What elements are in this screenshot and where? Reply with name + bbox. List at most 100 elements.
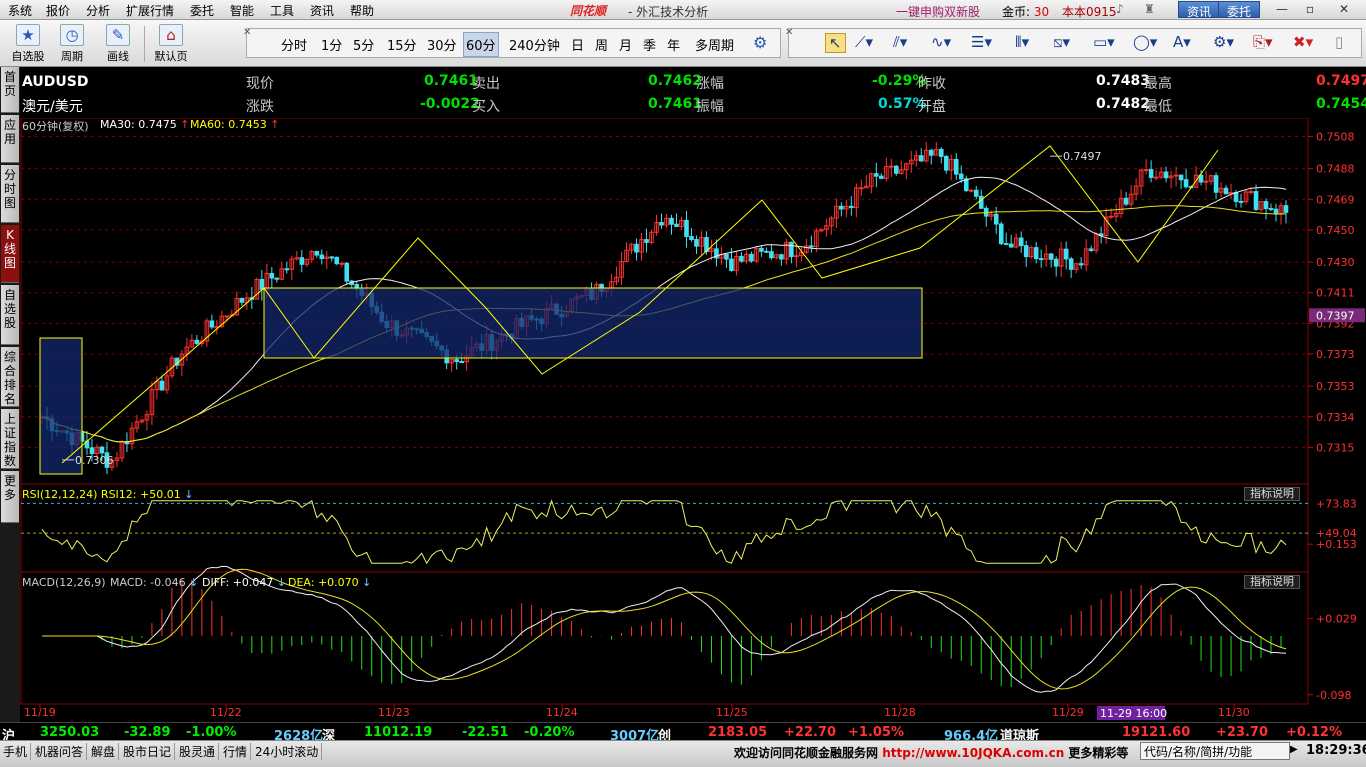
nav-kline[interactable]: K线图 [1, 225, 19, 283]
settings-icon[interactable]: ⚙▾ [1213, 33, 1234, 51]
cursor-time-label: 11-29 16:00 [1100, 707, 1167, 720]
candle-body [684, 219, 689, 238]
nav-watchlist[interactable]: 自选股 [1, 285, 19, 345]
bell-icon[interactable]: ♪ [1116, 2, 1124, 16]
draw-tool[interactable]: ✎ 画线 [98, 23, 138, 65]
menu-smart[interactable]: 智能 [230, 2, 254, 19]
dropdown-icon[interactable]: ▶ [1290, 744, 1298, 755]
rect-icon[interactable]: ▭▾ [1093, 33, 1115, 51]
welcome-url[interactable]: http://www.10JQKA.com.cn [882, 746, 1064, 760]
period-day[interactable]: 日 [571, 35, 584, 54]
channel-icon[interactable]: ⧅▾ [1053, 33, 1070, 51]
menu-analysis[interactable]: 分析 [86, 2, 110, 19]
period-fenshi[interactable]: 分时 [281, 35, 307, 54]
menu-help[interactable]: 帮助 [350, 2, 374, 19]
ellipse-icon[interactable]: ◯▾ [1133, 33, 1157, 51]
menu-news[interactable]: 资讯 [310, 2, 334, 19]
status-qa[interactable]: 机器问答 [32, 743, 88, 760]
candle-body [209, 320, 215, 328]
chart-area[interactable]: 0.7508 0.7488 0.7469 0.7450 0.7430 0.7411 0.73… [20, 118, 1366, 722]
gear-icon[interactable]: ⚙ [753, 33, 767, 52]
menu-quote[interactable]: 报价 [46, 2, 70, 19]
menu-extended[interactable]: 扩展行情 [126, 2, 174, 19]
trade-button[interactable]: 委托 [1218, 1, 1261, 19]
nav-timeshare[interactable]: 分时图 [1, 165, 19, 223]
status-analysis[interactable]: 解盘 [88, 743, 120, 760]
code-search-input[interactable]: 代码/名称/简拼/功能 [1140, 742, 1290, 760]
period-15min[interactable]: 15分 [387, 35, 417, 54]
collapse-icon[interactable]: ✕ [243, 27, 251, 38]
collapse-drawing-icon[interactable]: ✕ [785, 27, 793, 38]
status-mobile[interactable]: 手机 [0, 743, 32, 760]
candle-body [1038, 258, 1044, 261]
macd-val-text: MACD: -0.046 [110, 576, 186, 589]
line-icon[interactable]: ⟋▾ [855, 33, 873, 51]
macd-value: MACD: -0.046 ↓ [110, 576, 198, 589]
parallel-line-icon[interactable]: ⫽▾ [893, 33, 907, 51]
period-240min[interactable]: 240分钟 [509, 35, 560, 54]
minimize-drawing-icon[interactable]: ▯ [1335, 33, 1343, 51]
candle-body [1108, 215, 1114, 218]
default-page-tool[interactable]: ⌂ 默认页 [150, 23, 192, 65]
period-week[interactable]: 周 [595, 35, 608, 54]
shirt-icon[interactable]: ♜ [1144, 2, 1155, 16]
rsi-hint-button[interactable]: 指标说明 [1244, 487, 1300, 501]
status-diary[interactable]: 股市日记 [120, 743, 176, 760]
bars-icon[interactable]: ⦀▾ [1015, 33, 1029, 51]
sz-change: -22.51 [462, 725, 509, 740]
text-icon[interactable]: A▾ [1173, 33, 1191, 51]
more-link[interactable]: 更多精彩等 [1068, 746, 1128, 760]
promo-link[interactable]: 一键申购双新股 [896, 3, 980, 20]
macd-hint-button[interactable]: 指标说明 [1244, 575, 1300, 589]
y-tick-label: 0.7353 [1316, 380, 1355, 393]
nav-apps[interactable]: 应用 [1, 115, 19, 163]
ma30-legend: MA30: 0.7475 ↑ [100, 118, 189, 131]
close-icon[interactable]: ✕ [1334, 2, 1354, 18]
status-quote[interactable]: 行情 [220, 743, 252, 760]
gold-label: 金币: [1002, 5, 1031, 19]
save-drawing-icon[interactable]: ⎘▾ [1253, 33, 1273, 51]
value-ask: 0.7462 [648, 73, 703, 89]
welcome-text: 欢迎访问同花顺金融服务网 [734, 746, 879, 760]
period-5min[interactable]: 5分 [353, 35, 374, 54]
down-arrow-icon: ↓ [358, 576, 372, 589]
menu-tools[interactable]: 工具 [270, 2, 294, 19]
candle-body [993, 213, 999, 225]
candle-body [159, 380, 165, 391]
period-tool[interactable]: ◷ 周期 [54, 23, 90, 65]
star-icon: ★ [16, 24, 40, 46]
period-multi[interactable]: 多周期 [695, 35, 734, 54]
x-tick-label: 11/22 [210, 706, 242, 719]
delete-drawing-icon[interactable]: ✖▾ [1293, 33, 1313, 51]
y-tick-label: 0.7508 [1316, 130, 1355, 143]
candle-body [1173, 174, 1179, 177]
status-lingtong[interactable]: 股灵通 [176, 743, 220, 760]
wave-icon[interactable]: ∿▾ [931, 33, 951, 51]
period-quarter[interactable]: 季 [643, 35, 656, 54]
watchlist-tool[interactable]: ★ 自选股 [8, 23, 48, 65]
status-24h[interactable]: 24小时滚动 [252, 743, 323, 760]
nav-home[interactable]: 首页 [1, 67, 19, 113]
period-year[interactable]: 年 [667, 35, 680, 54]
period-1min[interactable]: 1分 [321, 35, 342, 54]
dj-pct: +0.12% [1286, 725, 1342, 740]
period-60min[interactable]: 60分 [463, 32, 499, 57]
nav-more[interactable]: 更多 [1, 471, 19, 523]
y-tick-label: 0.7315 [1316, 441, 1355, 454]
menu-trade[interactable]: 委托 [190, 2, 214, 19]
candle-body [1148, 169, 1154, 178]
menu-system[interactable]: 系统 [8, 2, 32, 19]
nav-ranking[interactable]: 综合排名 [1, 347, 19, 407]
nav-sh-index[interactable]: 上证指数 [1, 409, 19, 469]
news-button[interactable]: 资讯 [1178, 1, 1221, 19]
cursor-icon[interactable]: ↖ [825, 33, 846, 53]
welcome-banner[interactable]: 欢迎访问同花顺金融服务网 http://www.10JQKA.com.cn 更多… [734, 744, 1128, 761]
restore-icon[interactable]: ▫ [1300, 2, 1320, 18]
period-30min[interactable]: 30分 [427, 35, 457, 54]
minimize-icon[interactable]: — [1272, 2, 1292, 18]
candle-body [1283, 205, 1289, 213]
candle-body [224, 315, 230, 318]
period-month[interactable]: 月 [619, 35, 632, 54]
annot-high-label: 0.7497 [1063, 150, 1102, 163]
fib-icon[interactable]: ☰▾ [971, 33, 992, 51]
